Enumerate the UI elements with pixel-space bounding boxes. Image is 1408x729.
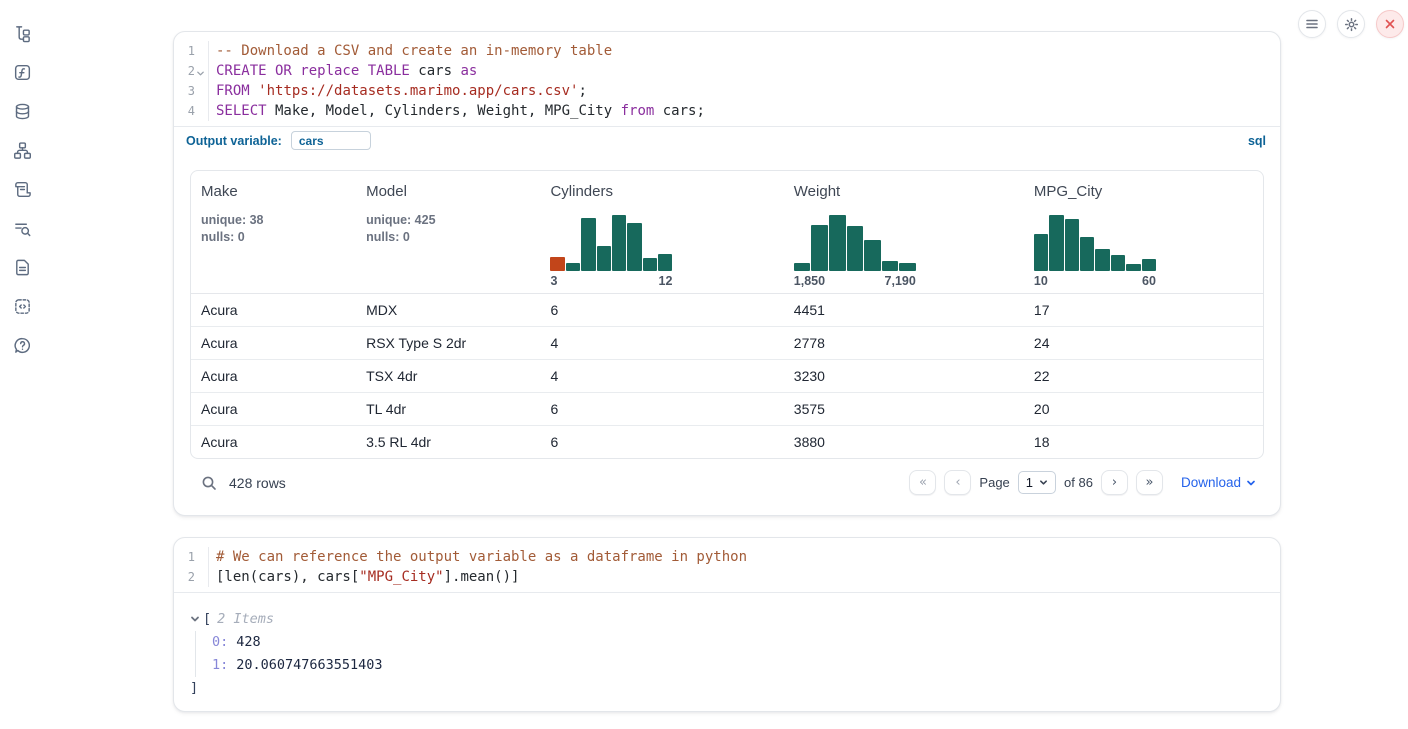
histogram-bar [1049,215,1063,271]
gear-icon[interactable] [1337,10,1365,38]
output-variable-label: Output variable: [186,134,282,148]
histogram-bar [794,263,811,270]
table-row: AcuraTL 4dr6357520 [191,392,1263,425]
output-variable-bar: Output variable: sql [174,126,1280,154]
histogram-bar [612,215,626,271]
python-cell: 1 2 # We can reference the output variab… [173,537,1281,712]
table-footer: 428 rows « ‹ Page 1 of 86 › » Download [200,470,1256,495]
last-page-button[interactable]: » [1136,470,1163,495]
search-icon[interactable] [200,474,217,491]
language-badge: sql [1248,134,1266,148]
histogram-bar [643,258,657,271]
result-table-card: Make unique: 38 nulls: 0 Model unique: 4… [190,170,1264,459]
snippets-icon[interactable] [11,295,33,317]
chevron-down-icon [1246,478,1256,488]
histogram-bar [1080,237,1094,271]
sql-code-editor[interactable]: 1 2 3 4 -- Download a CSV and create an … [174,32,1280,121]
first-page-button[interactable]: « [909,470,936,495]
database-icon[interactable] [11,100,33,122]
histogram-bar [1065,219,1079,271]
file-tree-icon[interactable] [11,22,33,44]
histogram-bar [566,263,580,271]
histogram-bar [1095,249,1109,270]
sql-code-lines: -- Download a CSV and create an in-memor… [209,41,705,121]
page-select[interactable]: 1 [1018,471,1056,494]
column-stats: unique: 425 nulls: 0 [366,212,530,245]
mpg-city-histogram: 1060 [1034,215,1156,288]
search-list-icon[interactable] [11,217,33,239]
sql-comment: -- Download a CSV and create an in-memor… [216,43,612,59]
column-header-weight[interactable]: Weight 1,8507,190 [784,171,1024,293]
histogram-bar [597,246,611,270]
cylinders-histogram: 312 [550,215,672,288]
download-button[interactable]: Download [1181,475,1256,490]
document-icon[interactable] [11,256,33,278]
open-bracket: [ [203,611,211,627]
histogram-bar [1142,259,1156,270]
sql-cell: 1 2 3 4 -- Download a CSV and create an … [173,31,1281,516]
window-controls [1298,10,1404,38]
scratchpad-icon[interactable] [11,178,33,200]
output-variable-input[interactable] [291,131,371,150]
sidebar [0,0,44,729]
line-number-gutter: 1 2 [174,547,209,587]
histogram-bar [581,218,595,270]
histogram-bar [1111,255,1125,271]
table-row: AcuraRSX Type S 2dr4277824 [191,326,1263,359]
histogram-bar [811,225,828,270]
histogram-bar [847,226,864,270]
weight-histogram: 1,8507,190 [794,215,916,288]
list-item: 1:20.060747663551403 [212,654,1280,677]
column-header-cylinders[interactable]: Cylinders 312 [540,171,783,293]
row-count: 428 rows [229,475,286,491]
histogram-bar [550,257,564,271]
previous-page-button[interactable]: ‹ [944,470,971,495]
help-icon[interactable] [11,334,33,356]
histogram-bar [658,254,672,270]
dependency-graph-icon[interactable] [11,139,33,161]
page-total: of 86 [1064,475,1093,490]
next-page-button[interactable]: › [1101,470,1128,495]
histogram-bar [627,223,641,270]
line-number-gutter: 1 2 3 4 [174,41,209,121]
table-row: AcuraMDX6445117 [191,293,1263,326]
python-output-tree: [ 2 Items 0:428 1:20.060747663551403 ] [174,593,1280,697]
histogram-bar [829,215,846,271]
python-code-lines: # We can reference the output variable a… [209,547,747,587]
column-header-mpg-city[interactable]: MPG_City 1060 [1024,171,1263,293]
histogram-bar [882,261,899,271]
page-label: Page [979,475,1009,490]
result-table: Make unique: 38 nulls: 0 Model unique: 4… [191,171,1263,458]
column-header-model[interactable]: Model unique: 425 nulls: 0 [356,171,540,293]
histogram-bar [864,240,881,270]
table-row: AcuraTSX 4dr4323022 [191,359,1263,392]
function-icon[interactable] [11,61,33,83]
histogram-bar [899,263,916,270]
collapse-chevron-icon[interactable] [190,614,203,624]
python-comment: # We can reference the output variable a… [216,549,747,565]
histogram-bar [1126,264,1140,271]
chevron-down-icon [1039,478,1048,487]
histogram-bar [1034,234,1048,271]
fold-chevron-icon[interactable] [196,67,205,76]
items-count-label: 2 Items [217,611,274,627]
close-bracket: ] [190,679,1280,697]
column-stats: unique: 38 nulls: 0 [201,212,346,245]
close-icon[interactable] [1376,10,1404,38]
table-row: Acura3.5 RL 4dr6388018 [191,425,1263,458]
list-item: 0:428 [212,631,1280,654]
menu-icon[interactable] [1298,10,1326,38]
column-header-make[interactable]: Make unique: 38 nulls: 0 [191,171,356,293]
python-code-editor[interactable]: 1 2 # We can reference the output variab… [174,538,1280,587]
